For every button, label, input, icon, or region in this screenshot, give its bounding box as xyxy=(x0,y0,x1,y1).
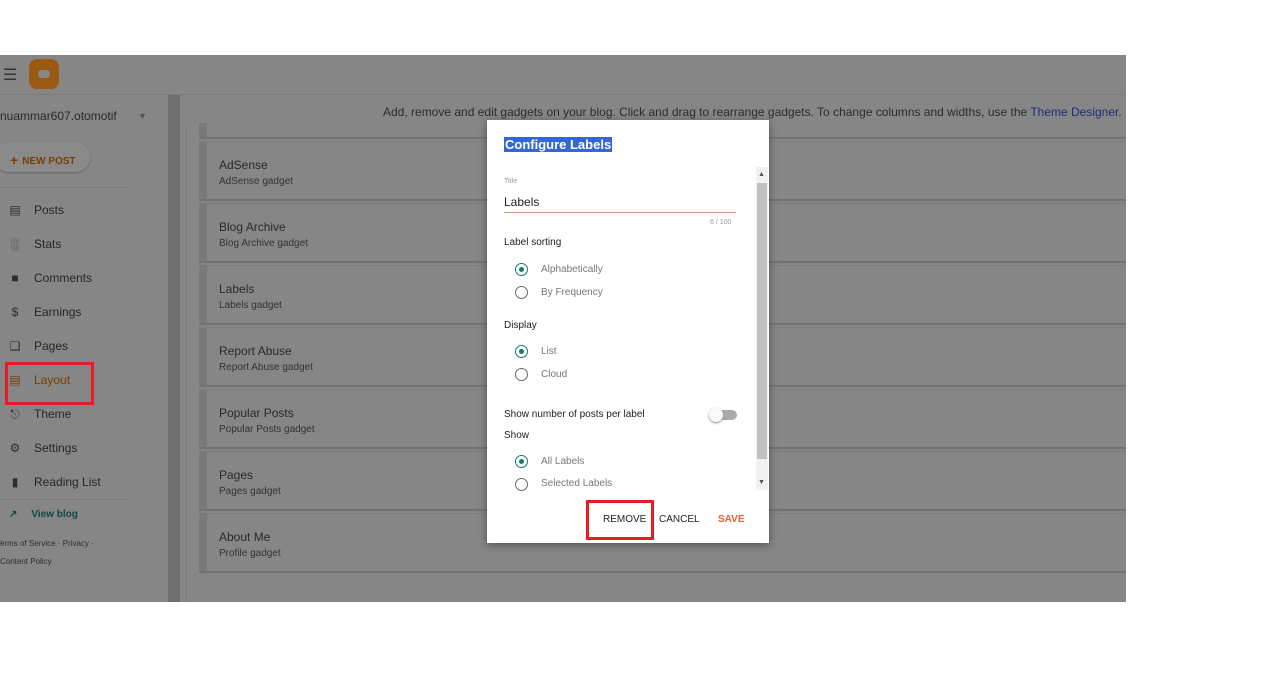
radio-selected-labels[interactable] xyxy=(515,478,528,491)
chevron-down-icon[interactable]: ▼ xyxy=(138,111,147,121)
content-policy-link[interactable]: Content Policy xyxy=(0,557,52,566)
info-end: . xyxy=(1118,105,1122,119)
nav-label: Theme xyxy=(34,407,72,421)
gadget-title: AdSense xyxy=(219,158,268,172)
show-count-label: Show number of posts per label xyxy=(504,409,645,420)
radio-alphabetically[interactable] xyxy=(515,263,528,276)
new-post-button[interactable]: + NEW POST xyxy=(0,142,90,172)
scroll-up-icon[interactable]: ▲ xyxy=(758,171,765,178)
char-count: 6 / 100 xyxy=(710,219,732,226)
gadget-subtitle: AdSense gadget xyxy=(219,176,293,187)
option-label: Alphabetically xyxy=(541,264,603,275)
nav-label: Earnings xyxy=(34,305,82,319)
layout-info-text: Add, remove and edit gadgets on your blo… xyxy=(383,105,1122,119)
nav-label: Stats xyxy=(34,237,62,251)
sidebar-item-stats[interactable]: ░ Stats xyxy=(8,234,62,254)
save-button[interactable]: SAVE xyxy=(718,514,745,525)
divider xyxy=(0,499,130,500)
nav-label: Pages xyxy=(34,339,69,353)
blogger-logo[interactable] xyxy=(29,59,59,89)
drag-handle[interactable] xyxy=(199,266,207,323)
gadget-title: Pages xyxy=(219,468,254,482)
show-count-toggle[interactable] xyxy=(709,408,737,422)
radio-cloud[interactable] xyxy=(515,368,528,381)
drag-handle[interactable] xyxy=(199,390,207,447)
drag-handle[interactable] xyxy=(199,123,207,137)
posts-icon: ▤ xyxy=(9,203,21,217)
gadget-title: Blog Archive xyxy=(219,220,286,234)
blog-selector[interactable]: nuammar607.otomotif xyxy=(0,109,117,123)
comments-icon: ■ xyxy=(11,271,19,285)
sidebar-item-posts[interactable]: ▤ Posts xyxy=(8,200,64,220)
gadget-title: Report Abuse xyxy=(219,344,292,358)
gadget-title: About Me xyxy=(219,530,271,544)
display-heading: Display xyxy=(504,320,537,331)
top-bar: ☰ xyxy=(0,55,1126,95)
nav-label: Settings xyxy=(34,441,78,455)
hamburger-icon[interactable]: ☰ xyxy=(3,65,17,85)
configure-labels-dialog: Configure Labels Title Labels 6 / 100 La… xyxy=(487,120,769,543)
drag-handle[interactable] xyxy=(199,514,207,571)
option-label: By Frequency xyxy=(541,287,603,298)
theme-designer-link[interactable]: Theme Designer xyxy=(1030,105,1118,119)
bookmark-icon: ▮ xyxy=(11,475,19,489)
option-label: Cloud xyxy=(541,369,568,380)
radio-list[interactable] xyxy=(515,345,528,358)
gadget-title: Labels xyxy=(219,282,255,296)
sidebar-item-theme[interactable]: ⎋ Theme xyxy=(8,404,71,424)
sidebar-item-settings[interactable]: ⚙ Settings xyxy=(8,438,78,458)
drag-handle[interactable] xyxy=(199,452,207,509)
drag-handle[interactable] xyxy=(199,142,207,199)
view-blog-link[interactable]: ↗ View blog xyxy=(9,509,92,520)
highlight-box xyxy=(5,362,94,405)
drag-handle[interactable] xyxy=(199,204,207,261)
plus-icon: + xyxy=(10,152,19,168)
terms-link[interactable]: Terms of Service xyxy=(0,539,56,548)
option-label: List xyxy=(541,346,557,357)
dialog-title: Configure Labels xyxy=(504,137,613,152)
view-blog-label: View blog xyxy=(31,509,78,520)
cancel-button[interactable]: CANCEL xyxy=(659,514,700,525)
title-input[interactable]: Labels xyxy=(504,195,736,213)
gadget-subtitle: Profile gadget xyxy=(219,548,281,559)
scroll-thumb[interactable] xyxy=(757,183,767,459)
drag-handle[interactable] xyxy=(199,328,207,385)
radio-by-frequency[interactable] xyxy=(515,286,528,299)
gadget-subtitle: Report Abuse gadget xyxy=(219,362,313,373)
gadget-subtitle: Blog Archive gadget xyxy=(219,238,308,249)
privacy-link[interactable]: Privacy xyxy=(63,539,89,548)
radio-all-labels[interactable] xyxy=(515,455,528,468)
sidebar-item-pages[interactable]: ❏ Pages xyxy=(8,336,68,356)
external-link-icon: ↗ xyxy=(9,509,18,520)
option-label: All Labels xyxy=(541,456,585,467)
stats-icon: ░ xyxy=(10,237,20,251)
gear-icon: ⚙ xyxy=(9,441,21,455)
label-sorting-heading: Label sorting xyxy=(504,237,562,248)
paint-roller-icon: ⎋ xyxy=(10,406,20,421)
gadget-subtitle: Popular Posts gadget xyxy=(219,424,315,435)
option-label: Selected Labels xyxy=(541,478,613,489)
remove-button[interactable]: REMOVE xyxy=(603,514,646,525)
gadget-subtitle: Labels gadget xyxy=(219,300,282,311)
dialog-scrollbar[interactable]: ▲ ▼ xyxy=(756,167,768,490)
show-heading: Show xyxy=(504,430,530,441)
gadget-subtitle: Pages gadget xyxy=(219,486,281,497)
pages-icon: ❏ xyxy=(9,339,21,353)
sidebar-item-reading-list[interactable]: ▮ Reading List xyxy=(8,472,101,492)
sidebar-item-earnings[interactable]: $ Earnings xyxy=(8,302,82,322)
title-field-label: Title xyxy=(504,178,517,185)
sidebar-scrollbar[interactable] xyxy=(168,95,180,602)
new-post-label: NEW POST xyxy=(22,156,76,167)
divider xyxy=(0,187,130,188)
gadget-title: Popular Posts xyxy=(219,406,294,420)
dollar-icon: $ xyxy=(11,305,19,319)
scroll-down-icon[interactable]: ▼ xyxy=(758,479,765,486)
nav-label: Comments xyxy=(34,271,93,285)
nav-label: Posts xyxy=(34,203,65,217)
nav-label: Reading List xyxy=(34,475,101,489)
sidebar-item-comments[interactable]: ■ Comments xyxy=(8,268,92,288)
footer-links: Terms of Service · Privacy · xyxy=(0,539,94,548)
info-text: Add, remove and edit gadgets on your blo… xyxy=(383,105,1031,119)
